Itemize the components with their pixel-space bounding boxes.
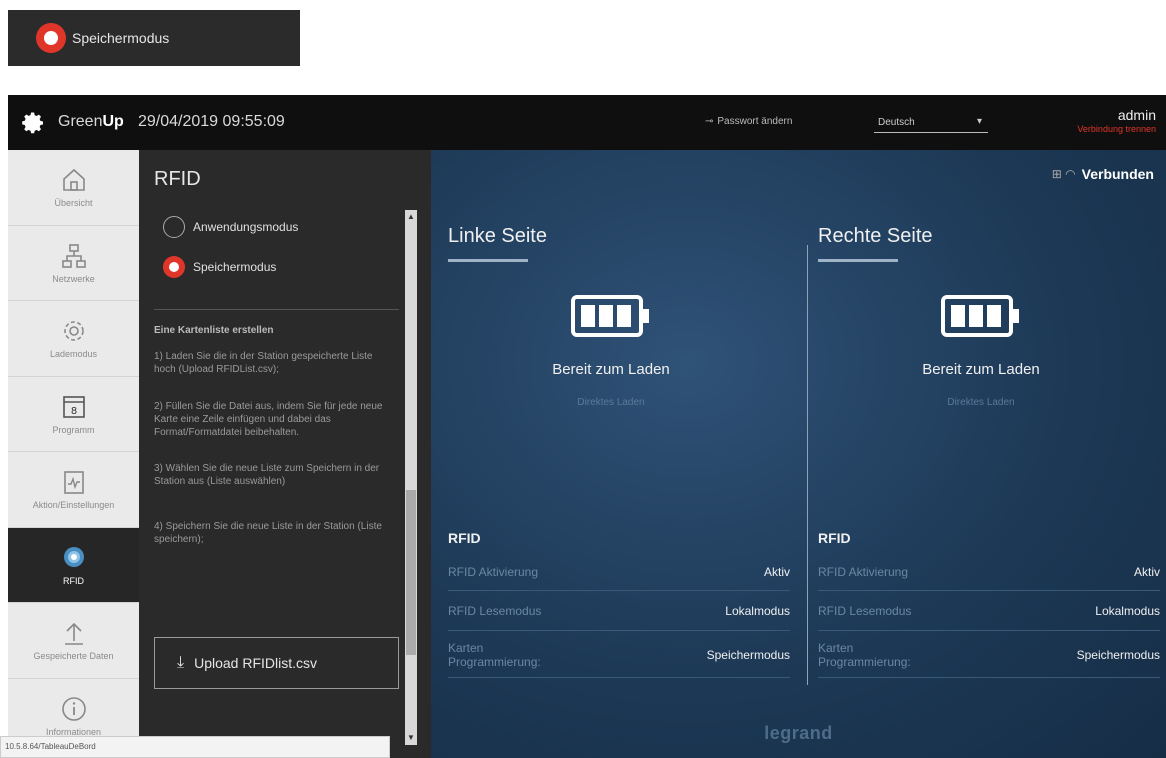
rfid-heading: RFID — [448, 530, 481, 546]
info-row-card-programming: Karten Programmierung: Speichermodus — [448, 632, 790, 678]
left-side-panel: Linke Seite Bereit zum Laden Direktes La… — [431, 150, 791, 758]
charge-status: Bereit zum Laden — [552, 361, 670, 378]
instruction-step-3: 3) Wählen Sie die neue Liste zum Speiche… — [154, 463, 380, 487]
sidebar-item-program[interactable]: 8 Programm — [8, 377, 139, 452]
instruction-step-1: 1) Laden Sie die in der Station gespeich… — [154, 351, 373, 375]
charge-substatus: Direktes Laden — [577, 397, 645, 408]
charge-substatus: Direktes Laden — [947, 397, 1015, 408]
info-row-rfid-activation: RFID Aktivierung Aktiv — [448, 553, 790, 591]
radio-selected-icon — [163, 256, 185, 278]
sidebar-item-rfid[interactable]: RFID — [8, 527, 139, 603]
rfid-heading: RFID — [818, 530, 851, 546]
right-side-title: Rechte Seite — [818, 225, 933, 247]
snippet-label: Speichermodus — [72, 30, 170, 46]
logout-link[interactable]: Verbindung trennen — [1077, 124, 1156, 134]
sidebar-item-networks[interactable]: Netzwerke — [8, 226, 139, 301]
gear-icon — [63, 321, 84, 342]
gear-icon[interactable] — [22, 111, 46, 135]
network-icon — [61, 243, 86, 268]
radio-selected-icon — [36, 23, 66, 53]
scroll-up-icon[interactable]: ▲ — [405, 210, 417, 224]
sidebar-item-action-settings[interactable]: Aktion/Einstellungen — [8, 452, 139, 528]
rfid-icon — [63, 546, 84, 567]
charge-status: Bereit zum Laden — [922, 361, 1040, 378]
instruction-step-2: 2) Füllen Sie die Datei aus, indem Sie f… — [154, 401, 383, 438]
info-row-rfid-read-mode: RFID Lesemodus Lokalmodus — [448, 591, 790, 631]
info-icon — [61, 696, 86, 721]
zoomed-radio-snippet: Speichermodus — [8, 10, 300, 66]
left-side-title: Linke Seite — [448, 225, 547, 247]
sidebar-nav: Übersicht Netzwerke Lademodus 8 Programm… — [8, 150, 139, 758]
legrand-logo: legrand — [764, 723, 833, 743]
panel-scrollbar[interactable]: ▲ ▼ — [405, 210, 417, 745]
sidebar-item-stored-data[interactable]: Gespeicherte Daten — [8, 603, 139, 679]
language-select[interactable]: Deutsch ▾ — [874, 113, 988, 133]
title-underline — [448, 259, 528, 262]
radio-application-mode[interactable]: Anwendungsmodus — [163, 216, 298, 238]
radio-storage-mode[interactable]: Speichermodus — [163, 256, 276, 278]
top-bar: GreenUp 29/04/2019 09:55:09 ⊸ Passwort än… — [8, 95, 1166, 150]
scroll-down-icon[interactable]: ▼ — [405, 731, 417, 745]
sidebar-item-charging-mode[interactable]: Lademodus — [8, 301, 139, 377]
battery-icon — [941, 295, 1019, 337]
rfid-settings-panel: RFID Anwendungsmodus Speichermodus Eine … — [139, 150, 431, 758]
svg-text:8: 8 — [70, 406, 76, 417]
calendar-icon: 8 — [62, 395, 85, 418]
title-underline — [818, 259, 898, 262]
dashboard: ⊞ ◠ Verbunden Linke Seite Bereit zum Lad… — [431, 150, 1166, 758]
datetime: 29/04/2019 09:55:09 — [138, 113, 285, 130]
info-row-rfid-read-mode: RFID Lesemodus Lokalmodus — [818, 591, 1160, 631]
user-block: admin Verbindung trennen — [1077, 107, 1156, 134]
panel-title: RFID — [154, 168, 201, 190]
right-side-panel: Rechte Seite Bereit zum Laden Direktes L… — [801, 150, 1161, 758]
chevron-down-icon: ▾ — [976, 116, 982, 127]
divider — [154, 309, 399, 310]
instruction-step-4: 4) Speichern Sie die neue Liste in der S… — [154, 521, 382, 545]
info-row-rfid-activation: RFID Aktivierung Aktiv — [818, 553, 1160, 591]
browser-status-bar: 10.5.8.64/TableauDeBord — [0, 736, 390, 758]
download-icon: ⤓ — [177, 654, 185, 671]
key-icon: ⊸ — [705, 116, 714, 127]
brand-name: GreenUp — [58, 113, 124, 130]
change-password-link[interactable]: ⊸ Passwort ändern — [705, 116, 792, 127]
upload-icon — [64, 623, 83, 646]
home-icon — [62, 169, 85, 192]
upload-rfid-list-button[interactable]: ⤓ Upload RFIDlist.csv — [154, 637, 399, 689]
instructions-heading: Eine Kartenliste erstellen — [154, 325, 274, 336]
radio-unselected-icon — [163, 216, 185, 238]
activity-icon — [63, 471, 84, 495]
battery-icon — [571, 295, 649, 337]
app-window: GreenUp 29/04/2019 09:55:09 ⊸ Passwort än… — [8, 95, 1166, 758]
scrollbar-thumb[interactable] — [406, 490, 416, 655]
info-row-card-programming: Karten Programmierung: Speichermodus — [818, 632, 1160, 678]
username: admin — [1117, 107, 1156, 123]
sidebar-item-overview[interactable]: Übersicht — [8, 150, 139, 226]
